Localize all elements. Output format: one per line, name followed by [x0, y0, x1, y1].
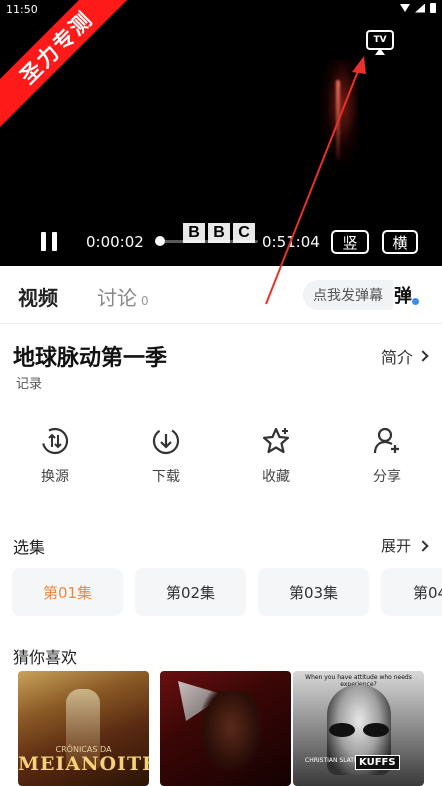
add-user-icon: [373, 427, 399, 454]
check-badge-icon: [411, 297, 420, 306]
status-icons: [400, 3, 436, 13]
episode-item[interactable]: 第01集: [12, 568, 123, 616]
recommend-list: CRÔNICAS DA MEIANOITE When you have atti…: [18, 671, 442, 786]
expand-label: 展开: [381, 537, 412, 555]
action-label: 下载: [152, 469, 180, 485]
episode-item[interactable]: 第03集: [258, 568, 369, 616]
action-label: 收藏: [262, 469, 290, 485]
duration: 0:51:04: [262, 233, 320, 251]
download-button[interactable]: 下载: [136, 426, 196, 486]
wifi-icon: [400, 4, 410, 12]
action-label: 换源: [41, 469, 69, 485]
poster-art: [329, 723, 389, 737]
content-tabs: 视频 讨论 0 点我发弹幕 弹: [0, 266, 442, 324]
signal-icon: [415, 3, 425, 13]
pause-button[interactable]: [40, 232, 58, 251]
portrait-mode-button[interactable]: 竖: [331, 230, 369, 254]
poster-title: MEIANOITE: [18, 753, 149, 775]
tab-video[interactable]: 视频: [18, 282, 58, 311]
switch-source-button[interactable]: 换源: [25, 426, 85, 486]
show-title: 地球脉动第一季: [13, 346, 168, 371]
episode-item[interactable]: 第04: [381, 568, 442, 616]
action-bar: 换源 下载 收藏 分享: [0, 426, 442, 490]
episodes-heading: 选集: [13, 538, 46, 557]
download-icon: [152, 427, 180, 455]
current-time: 0:00:02: [86, 233, 144, 251]
episode-item[interactable]: 第02集: [135, 568, 246, 616]
video-frame-light: [336, 80, 340, 160]
tv-cast-button[interactable]: TV: [366, 30, 394, 55]
landscape-mode-button[interactable]: 横: [382, 230, 418, 254]
tab-discuss[interactable]: 讨论 0: [97, 282, 149, 311]
discuss-count: 0: [141, 294, 149, 308]
recommend-heading: 猜你喜欢: [13, 648, 78, 667]
poster-credit: CHRISTIAN SLATER: [305, 757, 362, 764]
video-player[interactable]: 11:50 圣力专测 TV B B C 0:00:02 0:51:04 竖 横: [0, 0, 442, 266]
battery-icon: [430, 3, 436, 13]
favorite-button[interactable]: 收藏: [246, 426, 306, 486]
tab-discuss-label: 讨论: [97, 286, 137, 310]
switch-source-icon: [41, 427, 69, 455]
danmaku-input[interactable]: 点我发弹幕: [303, 280, 393, 310]
poster-title: KUFFS: [355, 755, 400, 770]
intro-label: 简介: [381, 348, 414, 367]
expand-button[interactable]: 展开: [381, 535, 429, 556]
progress-handle[interactable]: [155, 236, 165, 246]
poster-card[interactable]: [160, 671, 291, 786]
danmaku-toggle-button[interactable]: 弹: [394, 282, 420, 308]
watermark-ribbon: 圣力专测: [0, 0, 139, 130]
danmaku-icon: 弹: [394, 286, 412, 307]
poster-art: [200, 691, 262, 771]
poster-card[interactable]: CRÔNICAS DA MEIANOITE: [18, 671, 149, 786]
action-label: 分享: [373, 469, 401, 485]
poster-card[interactable]: When you have attitude who needs experie…: [293, 671, 424, 786]
progress-bar[interactable]: [155, 236, 258, 246]
chevron-right-icon: [417, 350, 429, 362]
episode-list: 第01集 第02集 第03集 第04: [12, 568, 442, 616]
chevron-right-icon: [417, 539, 429, 552]
star-icon: [262, 427, 290, 454]
intro-button[interactable]: 简介: [381, 344, 429, 368]
share-button[interactable]: 分享: [357, 426, 417, 486]
show-category: 记录: [16, 377, 43, 392]
status-time: 11:50: [6, 3, 38, 16]
tv-icon: TV: [366, 30, 394, 50]
